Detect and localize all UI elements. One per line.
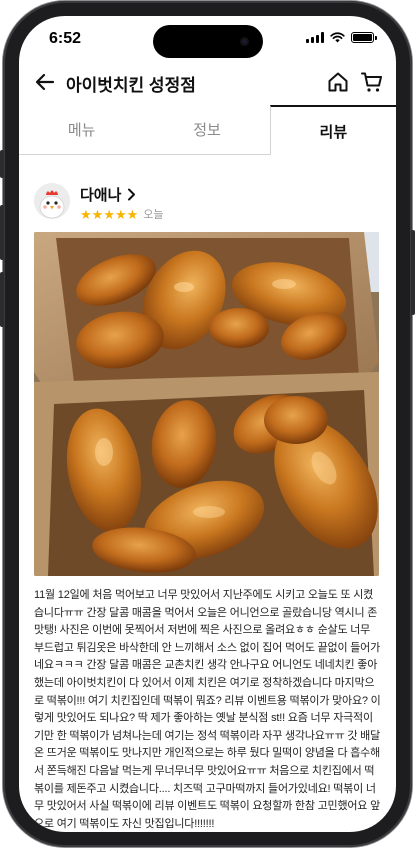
cellular-signal-icon xyxy=(306,32,324,43)
volume-down-button xyxy=(0,272,4,327)
review-photo[interactable] xyxy=(34,232,379,576)
rating-row: ★ ★ ★ ★ ★ 오늘 xyxy=(80,206,164,222)
chevron-right-icon xyxy=(128,188,136,201)
review-date: 오늘 xyxy=(143,209,164,221)
action-button xyxy=(0,150,4,178)
star-icon: ★ xyxy=(114,206,127,222)
arrow-left-icon[interactable] xyxy=(33,70,57,94)
reviewer-name-link[interactable]: 다애나 xyxy=(80,184,136,205)
avatar xyxy=(34,183,70,219)
tab-menu[interactable]: 메뉴 xyxy=(19,105,145,155)
star-rating: ★ ★ ★ ★ ★ xyxy=(80,208,138,221)
tab-reviews[interactable]: 리뷰 xyxy=(269,105,396,155)
dynamic-island xyxy=(153,25,263,58)
screen: 6:52 아이벗치킨 성정점 메뉴 정보 리뷰 다애나 ★ ★ ★ ★ ★ 오늘… xyxy=(19,16,396,832)
chicken-avatar-icon xyxy=(34,183,70,219)
power-button xyxy=(411,230,415,315)
home-icon[interactable] xyxy=(326,70,350,94)
battery-icon xyxy=(351,32,377,43)
cart-icon[interactable] xyxy=(360,70,384,94)
volume-up-button xyxy=(0,205,4,260)
star-icon: ★ xyxy=(103,206,115,222)
star-icon: ★ xyxy=(80,206,92,222)
reviewer-name: 다애나 xyxy=(80,187,122,204)
store-tabs: 메뉴 정보 리뷰 xyxy=(19,105,396,155)
status-time: 6:52 xyxy=(49,30,82,47)
review-text: 11월 12일에 처음 먹어보고 너무 맛있어서 지난주에도 시키고 오늘도 또… xyxy=(34,589,381,830)
app-header: 아이벗치킨 성정점 xyxy=(19,66,396,102)
wifi-icon xyxy=(330,32,345,43)
status-icons xyxy=(306,32,377,43)
star-icon: ★ xyxy=(126,206,139,222)
star-icon: ★ xyxy=(91,206,104,222)
page-title: 아이벗치킨 성정점 xyxy=(66,76,196,95)
tab-info[interactable]: 정보 xyxy=(144,105,270,155)
